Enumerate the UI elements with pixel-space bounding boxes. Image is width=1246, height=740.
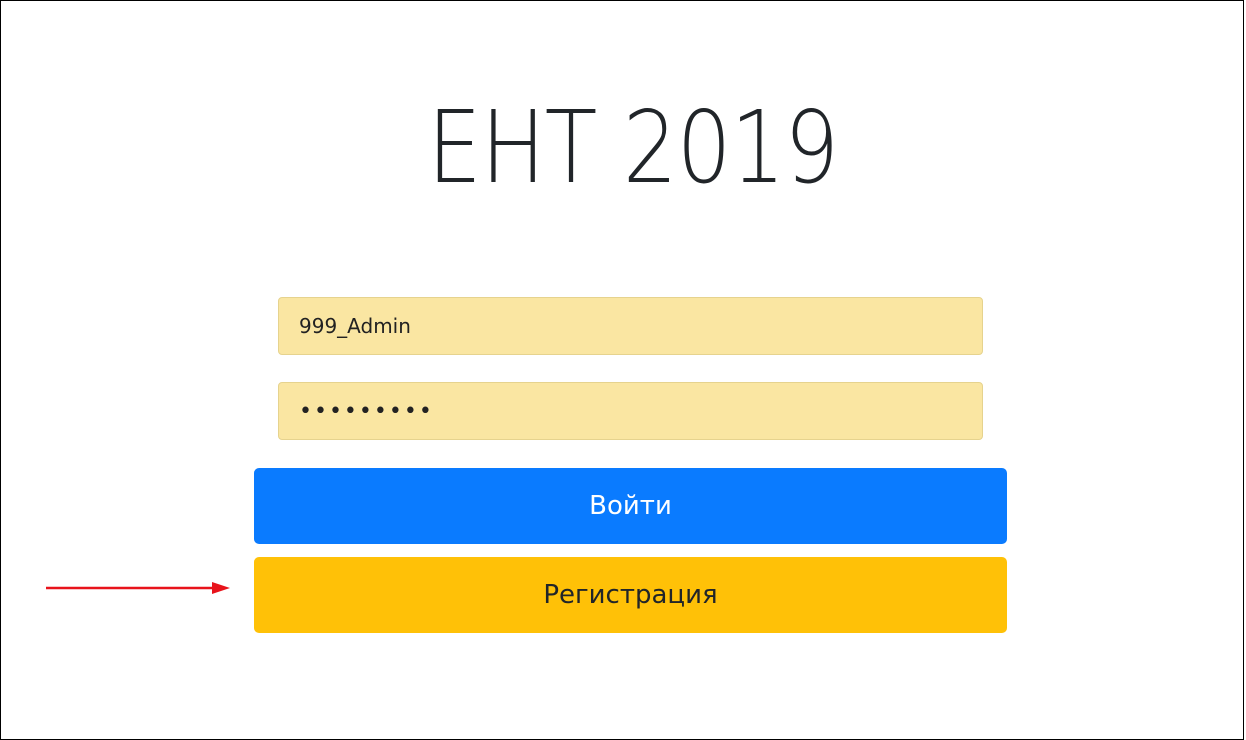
login-input[interactable] <box>278 297 983 355</box>
right-arrow-icon <box>46 582 230 594</box>
register-button[interactable]: Регистрация <box>254 557 1007 633</box>
page-title: ЕНТ 2019 <box>427 89 839 206</box>
login-button[interactable]: Войти <box>254 468 1007 544</box>
password-input[interactable] <box>278 382 983 440</box>
